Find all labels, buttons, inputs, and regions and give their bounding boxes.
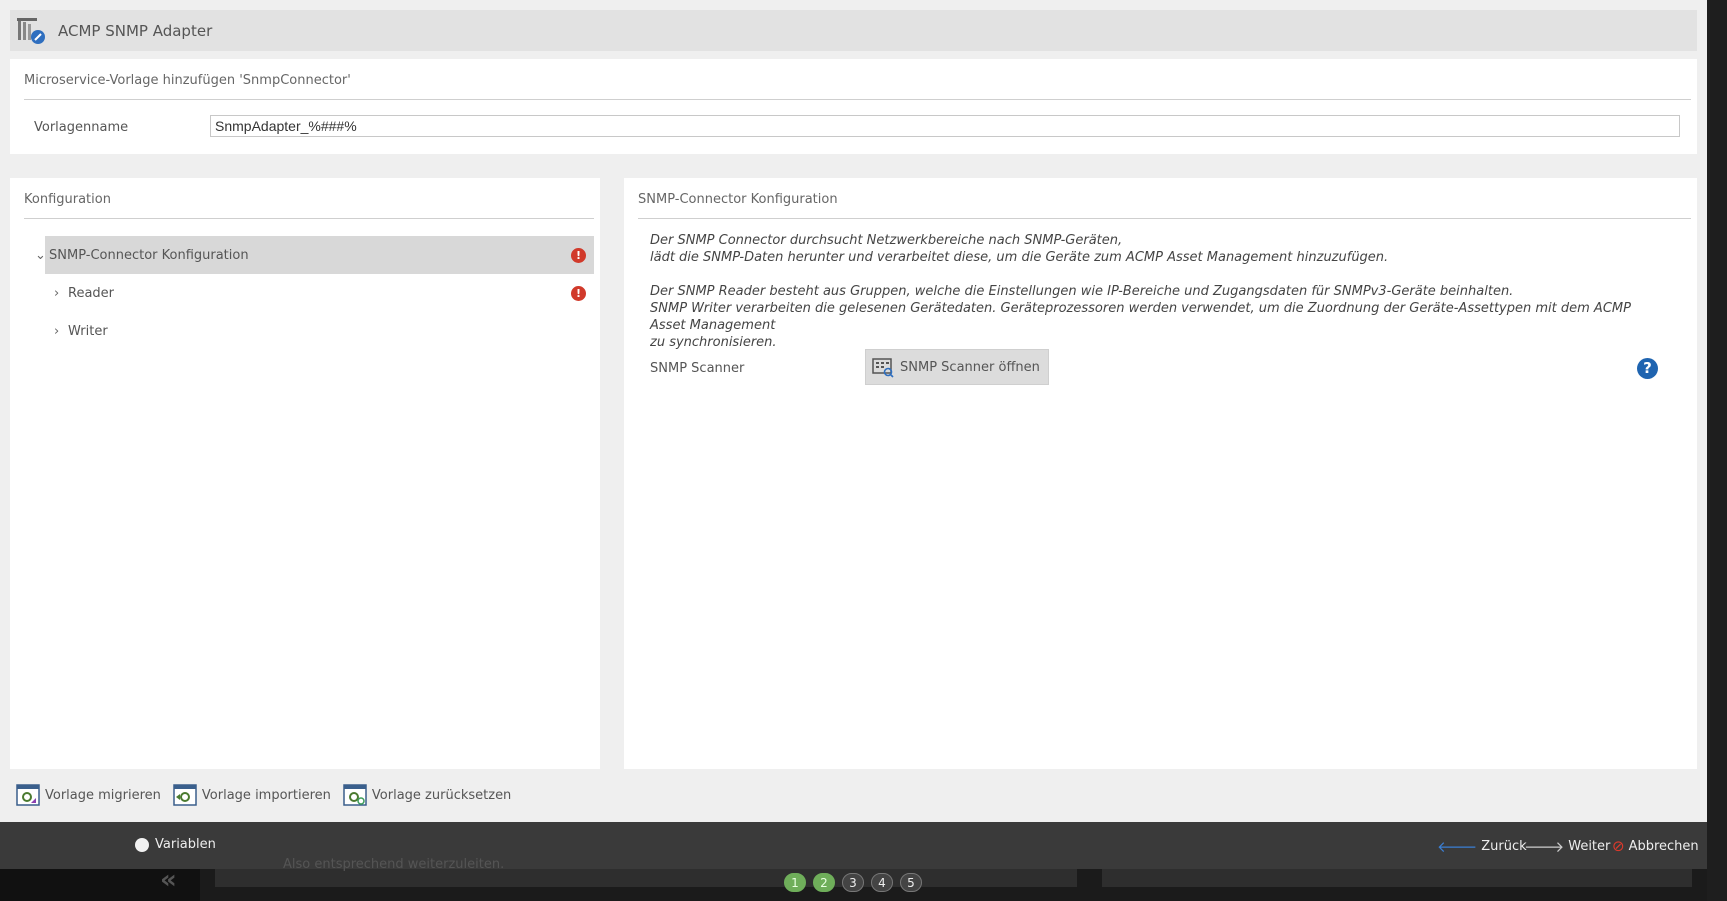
migrate-template-label: Vorlage migrieren: [45, 787, 161, 803]
window-title: ACMP SNMP Adapter: [58, 21, 213, 40]
error-icon: !: [571, 285, 586, 301]
tree-item-label: Reader: [68, 285, 115, 301]
import-template-icon: [173, 783, 197, 807]
variables-toggle[interactable]: Variablen: [135, 837, 216, 852]
description-line: Der SNMP Reader besteht aus Gruppen, wel…: [650, 284, 1514, 299]
arrow-right-icon: 🡒: [1524, 838, 1565, 856]
import-template-button[interactable]: Vorlage importieren: [173, 783, 331, 807]
detail-panel: SNMP-Connector Konfiguration Der SNMP Co…: [624, 178, 1697, 769]
dialog-footer: Variablen 🡐 Zurück 🡒 Weiter ⊘ Abbrechen: [0, 822, 1707, 869]
dialog-window: ACMP SNMP Adapter Microservice-Vorlage h…: [0, 0, 1707, 869]
tree-item-label: Writer: [68, 323, 108, 339]
description-line: zu synchronisieren.: [650, 335, 777, 350]
background-card: [1102, 869, 1692, 887]
variables-label: Variablen: [155, 837, 216, 852]
tree-item-writer[interactable]: › Writer: [44, 312, 594, 350]
template-name-label: Vorlagenname: [34, 120, 129, 135]
chevron-right-icon[interactable]: ›: [54, 324, 68, 339]
step-indicator: 2: [813, 873, 835, 892]
cancel-button[interactable]: ⊘ Abbrechen: [1612, 837, 1699, 855]
reset-template-button[interactable]: Vorlage zurücksetzen: [343, 783, 511, 807]
import-template-label: Vorlage importieren: [201, 787, 331, 803]
back-label: Zurück: [1481, 839, 1527, 854]
next-label: Weiter: [1568, 839, 1611, 854]
cancel-label: Abbrechen: [1628, 838, 1699, 854]
chevron-down-icon[interactable]: ⌄: [35, 248, 49, 263]
wizard-steps: 1 2 3 4 5: [784, 873, 929, 892]
acmp-snmp-adapter-icon: [16, 16, 46, 46]
migrate-template-icon: [16, 783, 40, 807]
config-panel-header: Konfiguration: [24, 192, 594, 219]
snmp-scanner-label: SNMP Scanner: [650, 361, 745, 376]
config-panel: Konfiguration ⌄ SNMP-Connector Konfigura…: [10, 178, 600, 769]
tree-item-snmp-connector[interactable]: ⌄ SNMP-Connector Konfiguration !: [35, 236, 594, 274]
migrate-template-button[interactable]: Vorlage migrieren: [16, 783, 161, 807]
step-indicator: 3: [842, 873, 864, 892]
reset-template-icon: [343, 783, 367, 807]
back-button[interactable]: 🡐 Zurück: [1437, 837, 1527, 856]
next-button[interactable]: 🡒 Weiter: [1524, 837, 1610, 856]
step-indicator: 5: [900, 873, 922, 892]
step-indicator: 4: [871, 873, 893, 892]
template-panel-header: Microservice-Vorlage hinzufügen 'SnmpCon…: [24, 73, 1691, 100]
error-icon: !: [571, 247, 586, 263]
template-name-input[interactable]: SnmpAdapter_%###%: [210, 115, 1680, 137]
background-edge: [1707, 0, 1727, 901]
description-line: lädt die SNMP-Daten herunter und verarbe…: [650, 250, 1389, 265]
help-icon[interactable]: ?: [1637, 358, 1658, 379]
step-indicator: 1: [784, 873, 806, 892]
template-panel: Microservice-Vorlage hinzufügen 'SnmpCon…: [10, 59, 1697, 154]
collapse-chevron-icon[interactable]: «: [160, 865, 177, 895]
radio-icon: [135, 837, 149, 852]
title-bar: ACMP SNMP Adapter: [10, 10, 1697, 51]
tree-item-label: SNMP-Connector Konfiguration: [49, 247, 249, 263]
description-line: SNMP Writer verarbeiten die gelesenen Ge…: [650, 301, 1631, 333]
open-snmp-scanner-label: SNMP Scanner öffnen: [900, 359, 1040, 375]
arrow-left-icon: 🡐: [1437, 838, 1478, 856]
detail-panel-header: SNMP-Connector Konfiguration: [638, 192, 1691, 219]
template-actions: Vorlage migrieren Vorlage importieren Vo…: [16, 783, 523, 807]
cancel-icon: ⊘: [1612, 837, 1625, 855]
tree-item-reader[interactable]: › Reader !: [44, 274, 594, 312]
reset-template-label: Vorlage zurücksetzen: [371, 787, 512, 803]
chevron-right-icon[interactable]: ›: [54, 286, 68, 301]
description-connector: Der SNMP Connector durchsucht Netzwerkbe…: [650, 232, 1670, 266]
description-line: Der SNMP Connector durchsucht Netzwerkbe…: [650, 233, 1123, 248]
description-reader-writer: Der SNMP Reader besteht aus Gruppen, wel…: [650, 283, 1670, 351]
background-text: Also entsprechend weiterzuleiten.: [283, 857, 505, 872]
scanner-icon: [872, 358, 894, 378]
open-snmp-scanner-button[interactable]: SNMP Scanner öffnen: [865, 349, 1049, 385]
